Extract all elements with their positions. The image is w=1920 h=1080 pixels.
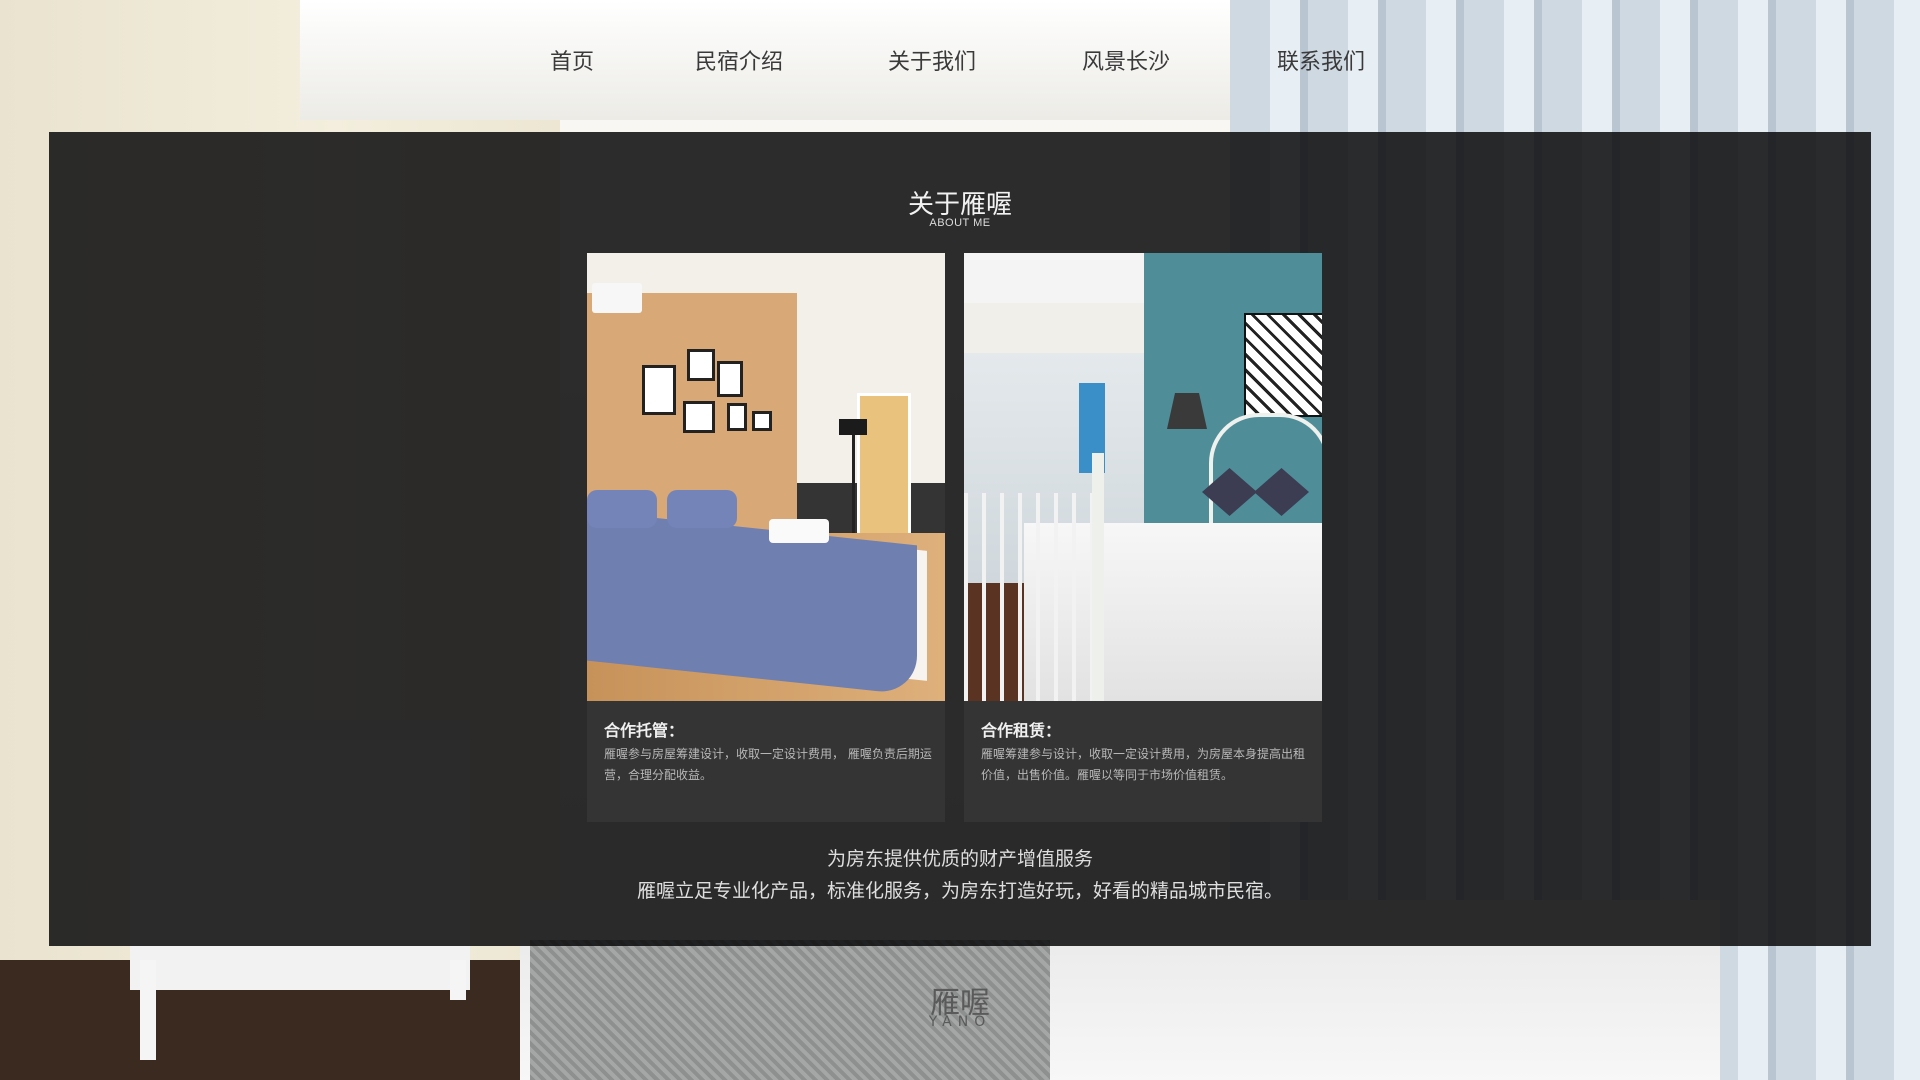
section-subtitle: ABOUT ME (929, 217, 991, 229)
section-title: 关于雁喔 (907, 190, 1012, 220)
nav-item-contact-us[interactable]: 联系我们 (1277, 44, 1365, 76)
nav-item-changsha-scenery[interactable]: 风景长沙 (1082, 44, 1170, 76)
card-managed-cooperation: 合作托管： 雁喔参与房屋筹建设计，收取一定设计费用， 雁喔负责后期运营，合理分配… (587, 253, 945, 822)
slogan-body: 雁喔立足专业化产品，标准化服务，为房东打造好玩，好看的精品城市民宿。 (636, 880, 1283, 902)
brand-logo-latin: YANŌ (928, 1014, 992, 1030)
card-title: 合作托管： (604, 721, 685, 740)
nav-item-homestay-intro[interactable]: 民宿介绍 (695, 44, 783, 76)
card-title: 合作租赁： (981, 721, 1062, 740)
card-description: 雁喔筹建参与设计，收取一定设计费用，为房屋本身提高出租价值，出售价值。雁喔以等同… (981, 747, 1306, 782)
bedroom-photo (587, 253, 945, 701)
nav-item-about-us[interactable]: 关于我们 (888, 44, 976, 76)
about-panel (49, 132, 1871, 946)
nav-item-home[interactable]: 首页 (550, 44, 594, 76)
top-nav: 首页 民宿介绍 关于我们 风景长沙 联系我们 (0, 44, 1920, 84)
card-lease-cooperation: 合作租赁： 雁喔筹建参与设计，收取一定设计费用，为房屋本身提高出租价值，出售价值… (964, 253, 1322, 822)
slogan-headline: 为房东提供优质的财产增值服务 (826, 848, 1093, 870)
bedroom-photo (964, 253, 1322, 701)
card-description: 雁喔参与房屋筹建设计，收取一定设计费用， 雁喔负责后期运营，合理分配收益。 (604, 747, 932, 782)
